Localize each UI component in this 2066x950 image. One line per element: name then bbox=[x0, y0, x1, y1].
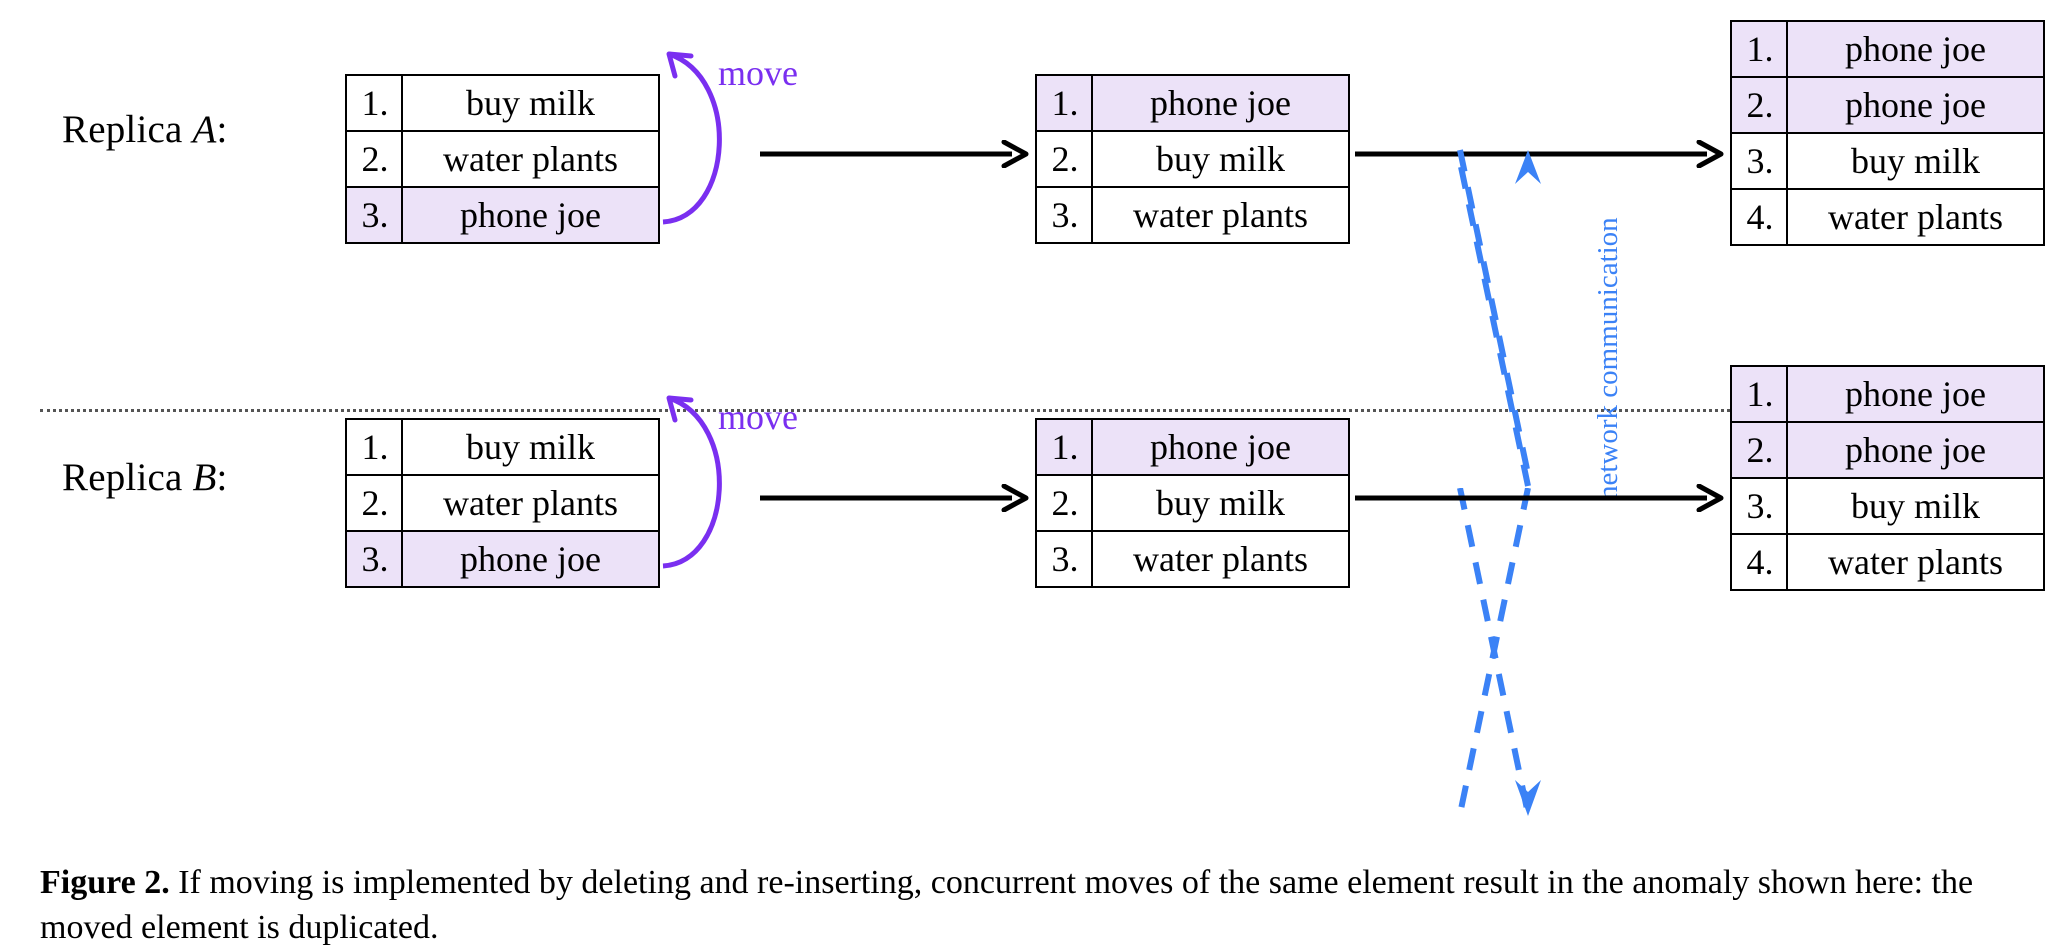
replica-a-label: Replica A: bbox=[62, 107, 228, 152]
list-row: 1. phone joe bbox=[1730, 20, 2045, 78]
figure-caption-text: If moving is implemented by deleting and… bbox=[40, 864, 1974, 947]
list-row-index: 3. bbox=[1730, 132, 1788, 190]
replica-b-label-suffix: : bbox=[216, 456, 228, 499]
list-row-index: 2. bbox=[1730, 421, 1788, 479]
replica-b-label-prefix: Replica bbox=[62, 456, 193, 499]
list-row-item: buy milk bbox=[1091, 130, 1350, 188]
transition-arrow-a-1 bbox=[760, 140, 1029, 168]
list-row: 2. water plants bbox=[345, 474, 660, 532]
move-label-b: move bbox=[718, 397, 798, 437]
list-row: 2. buy milk bbox=[1035, 474, 1350, 532]
replica-b-list-before: 1. buy milk 2. water plants 3. phone joe bbox=[345, 418, 660, 588]
list-row-index: 3. bbox=[345, 186, 403, 244]
replica-b-label-name: B bbox=[192, 456, 217, 499]
list-row-index: 4. bbox=[1730, 188, 1788, 246]
list-row-index: 1. bbox=[345, 74, 403, 132]
list-row-item: water plants bbox=[1091, 530, 1350, 588]
replica-a-label-prefix: Replica bbox=[62, 108, 193, 151]
list-row: 1. phone joe bbox=[1035, 418, 1350, 476]
list-row-index: 3. bbox=[1035, 530, 1093, 588]
list-row-index: 2. bbox=[1730, 76, 1788, 134]
list-row-item: phone joe bbox=[1786, 365, 2045, 423]
move-label-a: move bbox=[718, 53, 798, 93]
list-row-index: 2. bbox=[345, 474, 403, 532]
list-row-index: 1. bbox=[1730, 365, 1788, 423]
list-row-index: 1. bbox=[1730, 20, 1788, 78]
replica-b-label: Replica B: bbox=[62, 455, 228, 500]
list-row-item: buy milk bbox=[1786, 132, 2045, 190]
list-row-index: 3. bbox=[1035, 186, 1093, 244]
list-row: 2. water plants bbox=[345, 130, 660, 188]
list-row-index: 3. bbox=[1730, 477, 1788, 535]
replica-a-list-after-merge: 1. phone joe 2. phone joe 3. buy milk 4. water … bbox=[1730, 20, 2045, 246]
list-row-item: phone joe bbox=[1786, 20, 2045, 78]
network-communication-arrows-lower bbox=[1457, 488, 1541, 816]
list-row-item: buy milk bbox=[1091, 474, 1350, 532]
list-row-item: phone joe bbox=[1786, 421, 2045, 479]
list-row: 4. water plants bbox=[1730, 188, 2045, 246]
list-row-index: 1. bbox=[345, 418, 403, 476]
list-row-index: 2. bbox=[1035, 130, 1093, 188]
list-row-item: water plants bbox=[1091, 186, 1350, 244]
list-row-item: buy milk bbox=[401, 74, 660, 132]
list-row-item: water plants bbox=[401, 474, 660, 532]
transition-arrow-b-1 bbox=[760, 484, 1029, 512]
figure-caption-label: Figure 2. bbox=[40, 864, 170, 901]
transition-arrow-b-2 bbox=[1355, 484, 1724, 512]
list-row-index: 3. bbox=[345, 530, 403, 588]
replica-b-list-after-merge: 1. phone joe 2. phone joe 3. buy milk 4. water … bbox=[1730, 365, 2045, 591]
list-row-item: phone joe bbox=[1091, 418, 1350, 476]
list-row: 2. phone joe bbox=[1730, 421, 2045, 479]
list-row-item: phone joe bbox=[401, 530, 660, 588]
replica-a-label-suffix: : bbox=[216, 108, 228, 151]
network-communication-arrows bbox=[1457, 149, 1541, 487]
list-row-item: phone joe bbox=[1786, 76, 2045, 134]
list-row: 1. buy milk bbox=[345, 74, 660, 132]
replica-a-list-after-move: 1. phone joe 2. buy milk 3. water plants bbox=[1035, 74, 1350, 244]
list-row-item: water plants bbox=[1786, 533, 2045, 591]
list-row: 3. water plants bbox=[1035, 530, 1350, 588]
list-row-item: water plants bbox=[401, 130, 660, 188]
list-row: 3. buy milk bbox=[1730, 477, 2045, 535]
figure-caption: Figure 2. If moving is implemented by de… bbox=[40, 860, 2038, 950]
list-row-item: phone joe bbox=[1091, 74, 1350, 132]
list-row: 3. phone joe bbox=[345, 186, 660, 244]
list-row: 2. phone joe bbox=[1730, 76, 2045, 134]
list-row: 1. buy milk bbox=[345, 418, 660, 476]
replica-a-list-before: 1. buy milk 2. water plants 3. phone joe bbox=[345, 74, 660, 244]
list-row-index: 1. bbox=[1035, 418, 1093, 476]
list-row: 4. water plants bbox=[1730, 533, 2045, 591]
list-row: 2. buy milk bbox=[1035, 130, 1350, 188]
list-row-index: 1. bbox=[1035, 74, 1093, 132]
list-row-item: buy milk bbox=[1786, 477, 2045, 535]
list-row: 1. phone joe bbox=[1035, 74, 1350, 132]
replica-b-list-after-move: 1. phone joe 2. buy milk 3. water plants bbox=[1035, 418, 1350, 588]
list-row-item: water plants bbox=[1786, 188, 2045, 246]
figure-canvas: Replica A: 1. buy milk 2. water plants 3. pho… bbox=[0, 0, 2066, 946]
list-row-item: buy milk bbox=[401, 418, 660, 476]
list-row-index: 2. bbox=[1035, 474, 1093, 532]
list-row-index: 4. bbox=[1730, 533, 1788, 591]
replica-a-label-name: A bbox=[192, 108, 217, 151]
list-row: 3. buy milk bbox=[1730, 132, 2045, 190]
list-row: 3. phone joe bbox=[345, 530, 660, 588]
list-row: 3. water plants bbox=[1035, 186, 1350, 244]
network-communication-label: network communication bbox=[1592, 217, 1624, 500]
list-row-index: 2. bbox=[345, 130, 403, 188]
list-row: 1. phone joe bbox=[1730, 365, 2045, 423]
list-row-item: phone joe bbox=[401, 186, 660, 244]
